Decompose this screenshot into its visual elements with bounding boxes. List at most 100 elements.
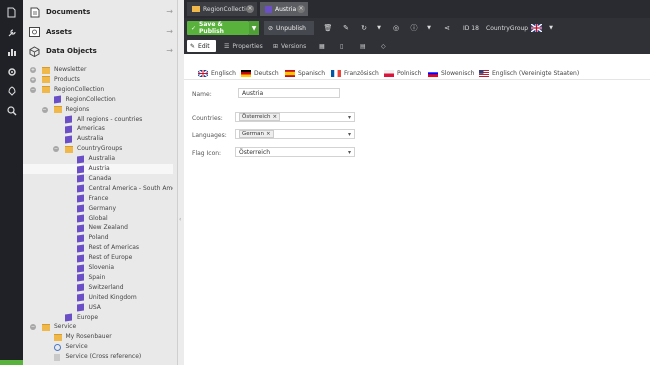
remove-icon[interactable]: × bbox=[266, 131, 271, 137]
lang-tab-deutsch[interactable]: Deutsch bbox=[241, 68, 279, 79]
chevron-down-icon[interactable]: ▼ bbox=[373, 21, 385, 35]
data-objects-panel-header[interactable]: Data Objects → bbox=[23, 41, 178, 61]
expand-arrow-icon[interactable]: → bbox=[166, 46, 173, 55]
collapse-arrow-icon[interactable]: ‹ bbox=[179, 216, 181, 223]
tree-node[interactable]: − Service bbox=[23, 322, 173, 332]
remove-icon[interactable]: × bbox=[272, 114, 277, 120]
tag-icon[interactable]: ◇ bbox=[378, 40, 389, 52]
tree-node[interactable]: Europe bbox=[23, 313, 173, 323]
tree-node[interactable]: France bbox=[23, 194, 173, 204]
expand-icon[interactable]: + bbox=[30, 67, 36, 73]
tree-node[interactable]: − CountryGroups bbox=[23, 144, 173, 154]
tree-node[interactable]: Rest of Americas bbox=[23, 243, 173, 253]
info-icon[interactable]: ⓘ bbox=[408, 21, 420, 35]
search-icon[interactable] bbox=[6, 105, 17, 116]
flag-icon-select[interactable]: Österreich ▾ bbox=[235, 147, 355, 157]
tree-node[interactable]: Germany bbox=[23, 204, 173, 214]
lang-tab-spanisch[interactable]: Spanisch bbox=[285, 68, 325, 79]
tree-node[interactable]: Austria bbox=[23, 164, 173, 174]
tree-node[interactable]: Central America - South America bbox=[23, 184, 173, 194]
tree-node[interactable]: − Regions bbox=[23, 105, 173, 115]
tab-properties[interactable]: ☰ Properties bbox=[221, 40, 266, 52]
name-input[interactable]: Austria bbox=[238, 88, 340, 98]
languages-multiselect[interactable]: German × ▾ bbox=[235, 129, 355, 139]
tab-edit[interactable]: ✎ Edit bbox=[187, 40, 216, 52]
chevron-down-icon[interactable]: ▾ bbox=[348, 114, 351, 121]
tree-node[interactable]: − RegionCollection bbox=[23, 85, 173, 95]
lang-label: Polnisch bbox=[397, 70, 422, 77]
tree-node[interactable]: Poland bbox=[23, 233, 173, 243]
reload-icon[interactable]: ↻ bbox=[358, 21, 370, 35]
tree-node-label: Australia bbox=[77, 135, 104, 143]
tree-node[interactable]: New Zealand bbox=[23, 223, 173, 233]
tree-node[interactable]: Switzerland bbox=[23, 283, 173, 293]
collapse-icon[interactable]: − bbox=[30, 324, 36, 331]
object-icon bbox=[65, 125, 72, 134]
object-icon bbox=[76, 293, 84, 302]
uk-flag-icon[interactable] bbox=[530, 21, 542, 35]
expand-icon[interactable]: + bbox=[30, 76, 36, 83]
file-icon[interactable] bbox=[6, 7, 17, 18]
close-icon[interactable]: × bbox=[297, 5, 305, 13]
lang-tab-englisch-us[interactable]: Englisch (Vereinigte Staaten) bbox=[479, 68, 579, 79]
save-dropdown-button[interactable]: ▼ bbox=[249, 21, 259, 35]
assets-panel-header[interactable]: Assets → bbox=[23, 22, 178, 42]
unpublish-button[interactable]: ⊘ Unpublish bbox=[264, 21, 314, 35]
collapse-icon[interactable]: − bbox=[30, 86, 36, 93]
tree-node[interactable]: My Rosenbauer bbox=[23, 332, 173, 342]
lang-tab-polnisch[interactable]: Polnisch bbox=[384, 68, 421, 79]
expand-arrow-icon[interactable]: → bbox=[166, 7, 173, 16]
object-icon bbox=[65, 115, 72, 124]
tree-node[interactable]: United Kingdom bbox=[23, 293, 173, 303]
tree-node-label: Service (Cross reference) bbox=[65, 353, 142, 361]
delete-icon[interactable]: 🗑 bbox=[322, 21, 334, 35]
lang-tab-franzoesisch[interactable]: Französisch bbox=[331, 68, 379, 79]
lang-tab-englisch[interactable]: Englisch bbox=[198, 68, 236, 79]
tree-node[interactable]: Australia bbox=[23, 154, 173, 164]
tab-regioncollection[interactable]: RegionCollection × bbox=[187, 2, 257, 16]
collapse-icon[interactable]: − bbox=[41, 106, 48, 113]
language-chip[interactable]: German × bbox=[239, 130, 274, 138]
chevron-down-icon[interactable]: ▼ bbox=[423, 21, 435, 35]
tree-node[interactable]: All regions - countries bbox=[23, 115, 173, 125]
wrench-icon[interactable] bbox=[6, 27, 17, 38]
tree-node[interactable]: Slovenia bbox=[23, 263, 173, 273]
tree-node[interactable]: USA bbox=[23, 303, 173, 313]
tree-node[interactable]: + Newsletter bbox=[23, 65, 173, 75]
tree-node[interactable]: Americas bbox=[23, 124, 173, 134]
expand-arrow-icon[interactable]: → bbox=[166, 27, 173, 36]
tab-austria[interactable]: Austria × bbox=[260, 2, 308, 16]
chevron-down-icon[interactable]: ▾ bbox=[348, 131, 351, 138]
tree-node[interactable]: + Products bbox=[23, 75, 173, 85]
country-chip[interactable]: Österreich × bbox=[239, 113, 281, 121]
tree-node[interactable]: Spain bbox=[23, 273, 173, 283]
lang-tab-slowenisch[interactable]: Slowenisch bbox=[428, 68, 474, 79]
tree-node[interactable]: Rest of Europe bbox=[23, 253, 173, 263]
documents-panel-header[interactable]: Documents → bbox=[23, 2, 178, 22]
tree-node[interactable]: RegionCollection bbox=[23, 95, 173, 105]
tab-versions[interactable]: ⊞ Versions bbox=[270, 40, 309, 52]
target-icon[interactable]: ◎ bbox=[390, 21, 402, 35]
chevron-down-icon[interactable]: ▾ bbox=[348, 149, 351, 156]
countries-multiselect[interactable]: Österreich × ▾ bbox=[235, 112, 355, 122]
folder-icon bbox=[42, 86, 50, 94]
calendar-icon[interactable]: ▦ bbox=[316, 40, 328, 52]
tree-node[interactable]: Canada bbox=[23, 174, 173, 184]
tree-node[interactable]: Service bbox=[23, 342, 173, 352]
bar-chart-icon[interactable] bbox=[6, 46, 17, 57]
tree-node[interactable]: Service (Cross reference) bbox=[23, 352, 173, 362]
bookmark-icon[interactable]: ▯ bbox=[337, 40, 346, 52]
tree-node[interactable]: Global bbox=[23, 214, 173, 224]
tree-node[interactable]: Australia bbox=[23, 134, 173, 144]
save-publish-button[interactable]: ✓ Save & Publish bbox=[187, 21, 249, 35]
gear-icon[interactable] bbox=[6, 66, 17, 77]
collapse-icon[interactable]: − bbox=[53, 146, 59, 153]
close-icon[interactable]: × bbox=[246, 5, 254, 13]
chevron-down-icon[interactable]: ▼ bbox=[545, 21, 557, 35]
rocket-icon[interactable] bbox=[6, 85, 17, 96]
rename-icon[interactable]: ✎ bbox=[340, 21, 352, 35]
clipboard-icon[interactable]: ▤ bbox=[357, 40, 369, 52]
share-icon[interactable]: ⋖ bbox=[441, 21, 453, 35]
france-flag-icon bbox=[331, 70, 341, 77]
object-icon bbox=[76, 174, 84, 183]
